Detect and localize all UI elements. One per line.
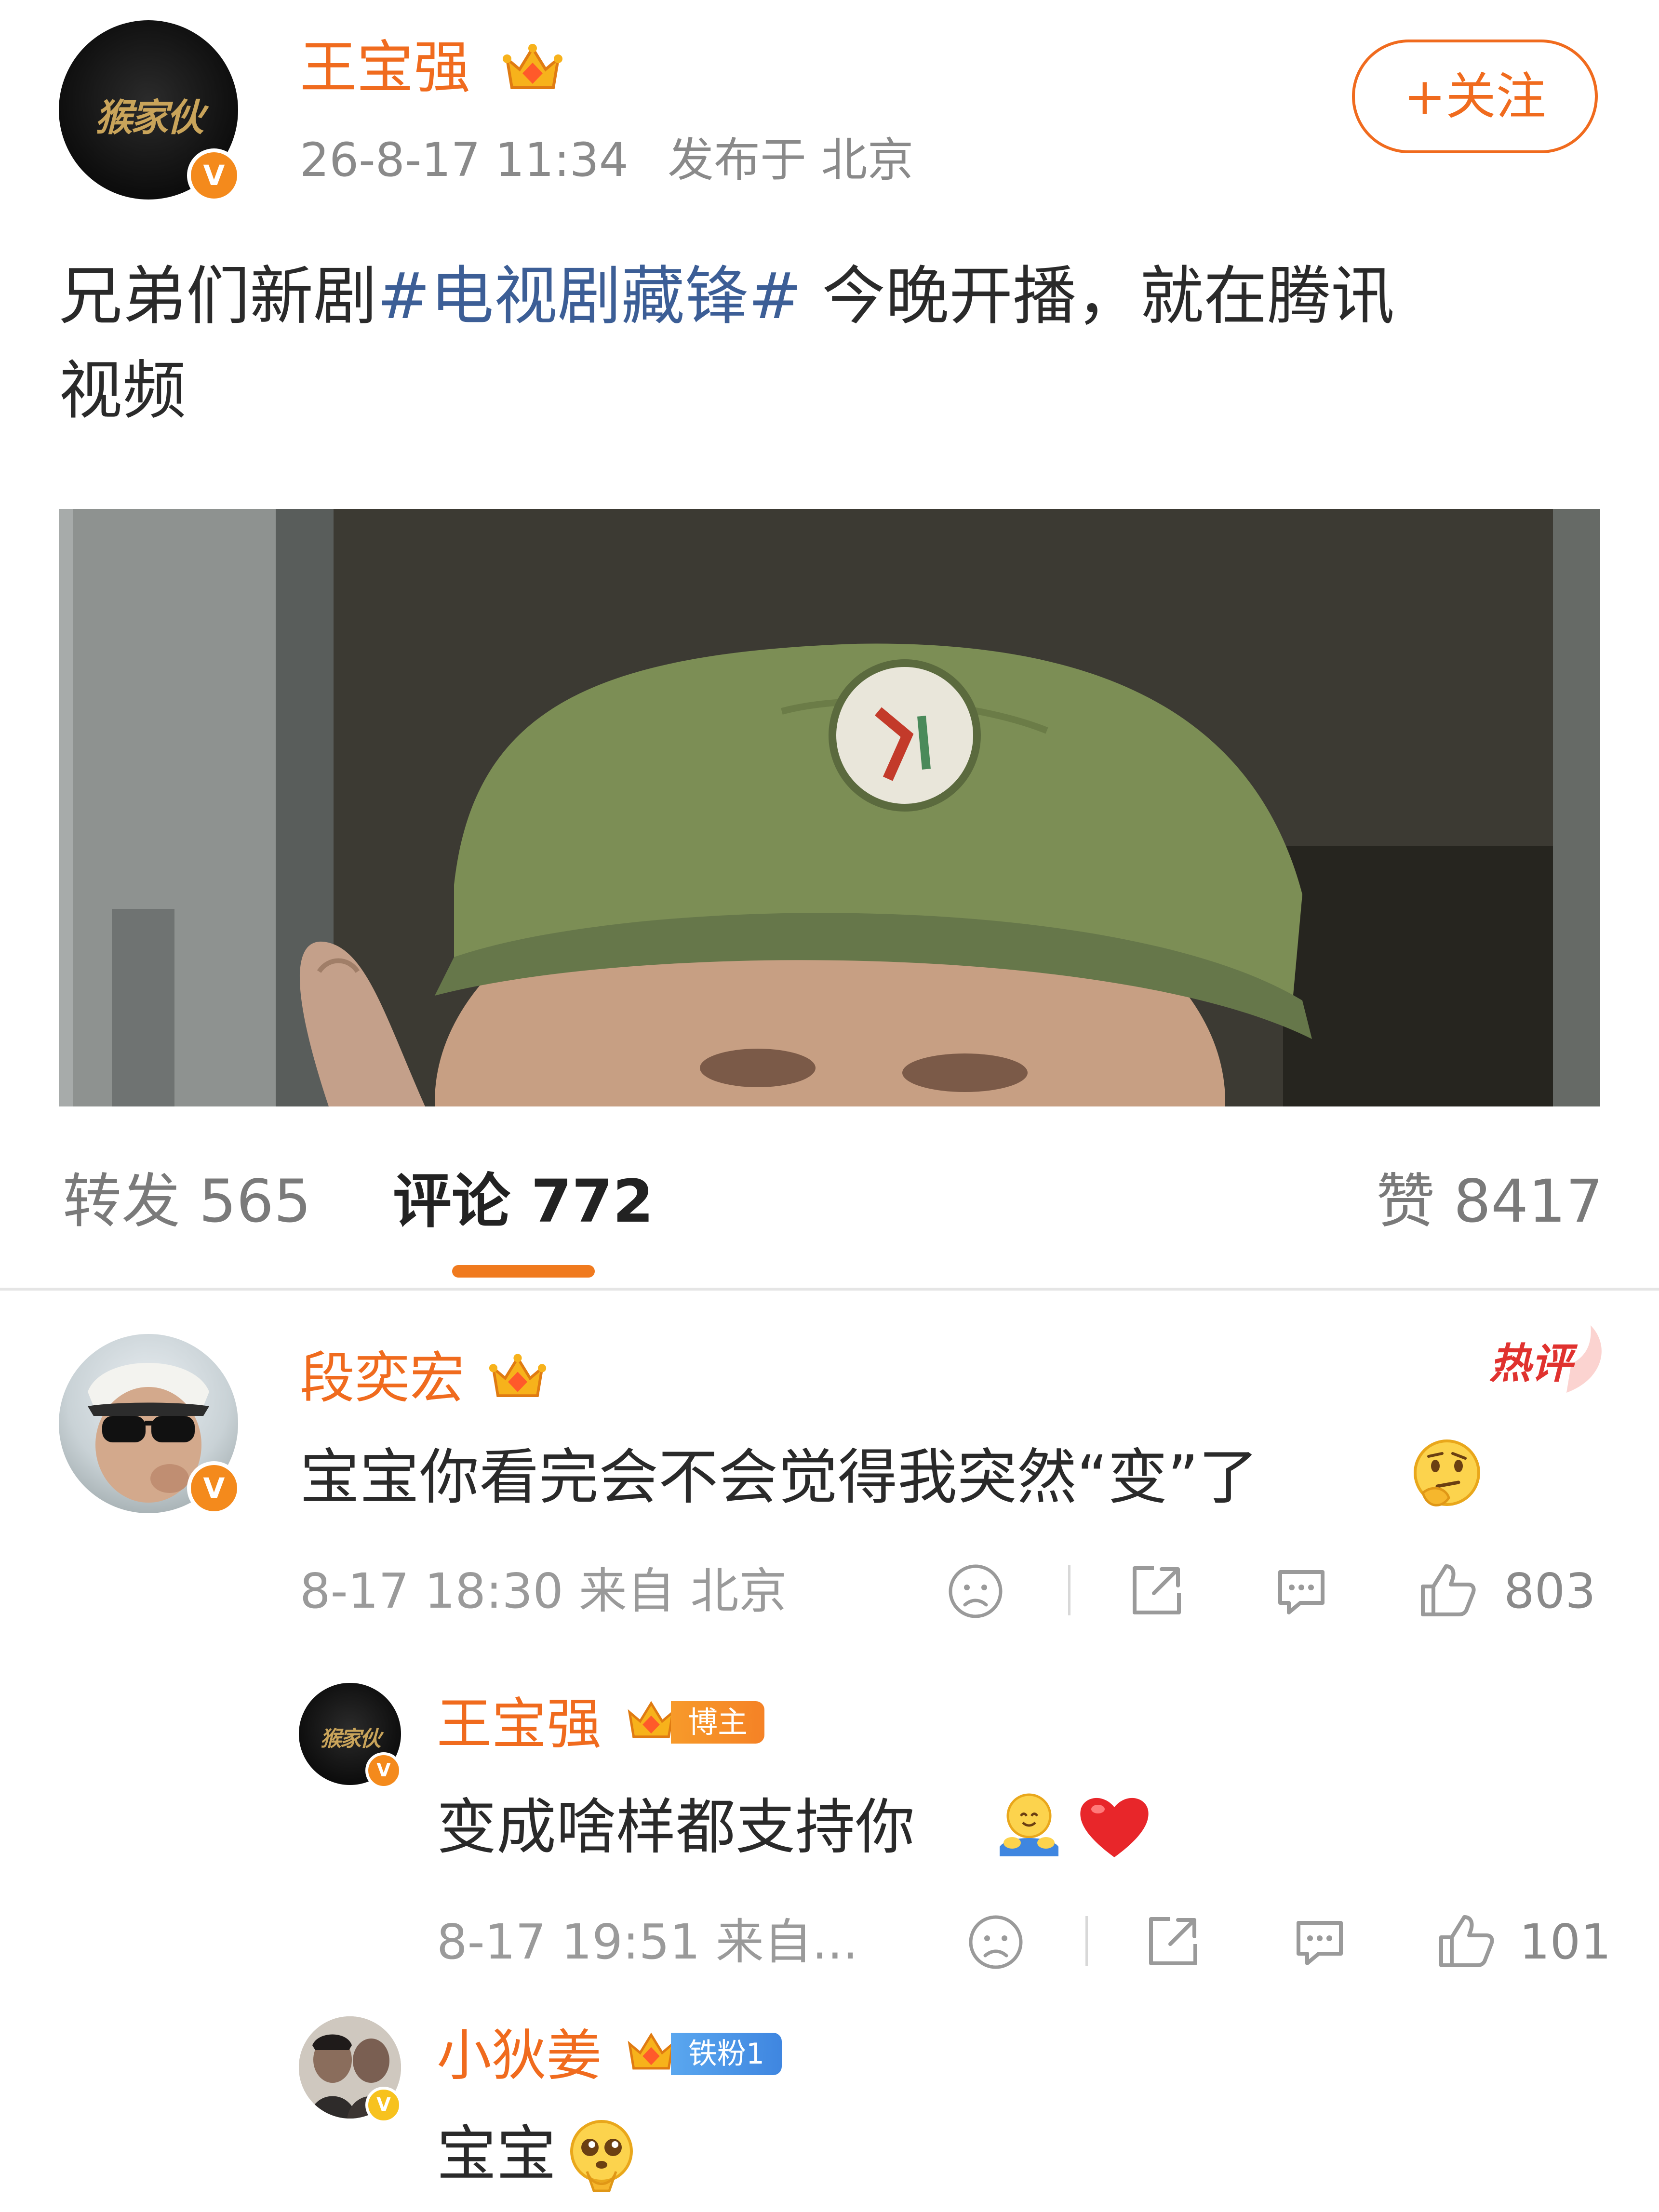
tab-like[interactable]: 赞 8417: [1376, 1165, 1603, 1238]
like-count: 101: [1519, 1914, 1611, 1970]
blogger-badge: 博主: [671, 1701, 764, 1744]
vip-crown-icon: [628, 2032, 675, 2070]
post-text-line1: 兄弟们新剧#电视剧藏锋# 今晚开播，就在腾讯: [59, 255, 1394, 337]
post-photo-graphic: [59, 509, 1600, 1106]
reply-comment-icon[interactable]: [1290, 1912, 1350, 1972]
verified-badge-icon: V: [187, 148, 241, 202]
tab-repost[interactable]: 转发 565: [63, 1165, 311, 1238]
red-heart-icon: [1080, 1798, 1149, 1857]
post-image[interactable]: [59, 509, 1600, 1106]
post-timestamp: 26-8-17 11:34: [300, 133, 629, 187]
vip-crown-icon: [628, 1701, 675, 1738]
reply-comment-icon[interactable]: [1271, 1561, 1331, 1621]
tab-comment[interactable]: 评论 772: [393, 1165, 654, 1238]
verified-badge-icon: V: [187, 1461, 241, 1515]
avatar-logo-text: 猴家伙: [320, 1727, 381, 1751]
post-location: 发布于 北京: [668, 133, 914, 187]
vip-crown-icon: [503, 44, 562, 89]
reply-text: 变成啥样都支持你: [437, 1793, 915, 1862]
share-icon[interactable]: [1127, 1560, 1187, 1620]
tab-active-indicator: [452, 1265, 595, 1278]
hot-comment-badge: 热评: [1489, 1320, 1605, 1402]
follow-button-label: +关注: [1404, 67, 1546, 126]
hashtag-link[interactable]: #电视剧藏锋#: [377, 259, 802, 333]
vip-crown-icon: [489, 1354, 547, 1398]
commenter-name[interactable]: 段奕宏: [300, 1345, 465, 1412]
reply-meta: 8-17 19:51 来自...: [437, 1914, 858, 1970]
action-divider: [1068, 1565, 1070, 1615]
thinking-face-icon: [1414, 1439, 1480, 1506]
hug-emoji-icon: [1000, 1793, 1058, 1856]
reply-author-name[interactable]: 小狄姜: [437, 2022, 602, 2090]
comment-meta: 8-17 18:30 来自 北京: [300, 1563, 787, 1619]
share-icon[interactable]: [1143, 1911, 1203, 1971]
reply-author-name[interactable]: 王宝强: [437, 1691, 602, 1758]
pleading-face-icon: [570, 2120, 633, 2192]
verified-badge-icon: V: [365, 2087, 402, 2123]
follow-button[interactable]: +关注: [1352, 40, 1598, 153]
like-thumb-icon[interactable]: [1434, 1910, 1496, 1972]
hot-comment-label: 热评: [1489, 1340, 1572, 1388]
section-divider: [0, 1288, 1659, 1291]
like-count: 803: [1504, 1563, 1596, 1619]
action-divider: [1085, 1916, 1088, 1966]
dislike-face-icon[interactable]: [966, 1912, 1026, 1972]
avatar-logo-text: 猴家伙: [94, 96, 204, 140]
post-text-suffix: 今晚开播，就在腾讯: [802, 259, 1395, 333]
dislike-face-icon[interactable]: [946, 1561, 1005, 1621]
post-text-prefix: 兄弟们新剧: [59, 259, 377, 333]
comment-text: 宝宝你看完会不会觉得我突然“变”了: [300, 1443, 1258, 1512]
like-thumb-icon[interactable]: [1416, 1559, 1478, 1621]
post-author-name[interactable]: 王宝强: [300, 34, 470, 101]
fan-level-badge: 铁粉1: [671, 2033, 782, 2075]
post-text-line2: 视频: [59, 354, 186, 428]
verified-badge-icon: V: [365, 1752, 402, 1789]
reply-text: 宝宝: [437, 2119, 557, 2189]
